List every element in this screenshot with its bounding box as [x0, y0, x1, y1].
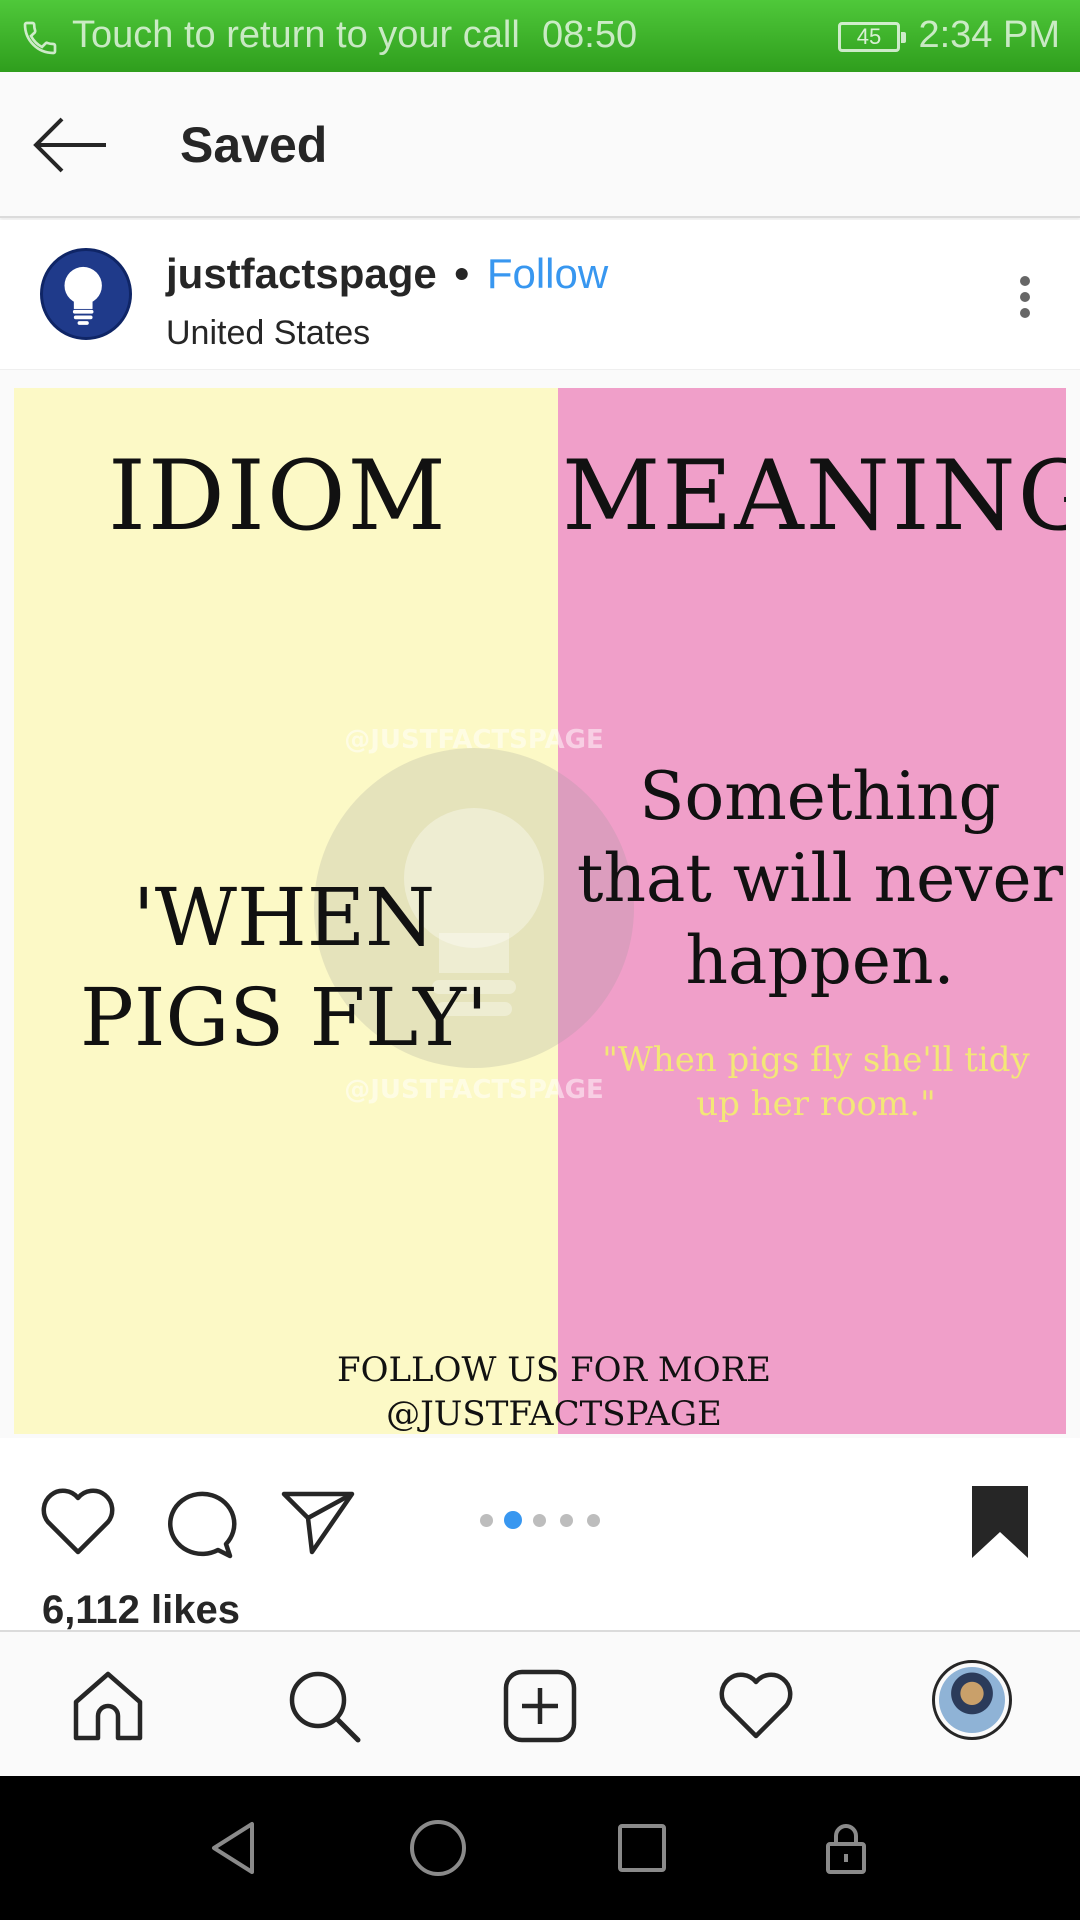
carousel-dot — [587, 1514, 600, 1527]
idiom-text: 'WHEN PIGS FLY' — [44, 868, 524, 1068]
follow-button[interactable]: Follow — [487, 250, 608, 297]
carousel-indicator — [480, 1510, 610, 1530]
more-vertical-icon[interactable] — [1010, 270, 1040, 330]
footer-line: FOLLOW US FOR MORE — [337, 1350, 771, 1390]
idiom-heading: IDIOM — [108, 440, 448, 552]
post-location[interactable]: United States — [166, 314, 370, 353]
comment-icon[interactable] — [160, 1482, 240, 1562]
meaning-line: that will never — [576, 840, 1064, 917]
share-paper-plane-icon[interactable] — [278, 1482, 358, 1562]
separator-dot: • — [454, 250, 470, 297]
footer-line: @JUSTFACTSPAGE — [386, 1394, 722, 1434]
lock-icon[interactable] — [814, 1816, 878, 1880]
search-icon[interactable] — [284, 1666, 364, 1746]
home-icon[interactable] — [68, 1666, 148, 1746]
phone-icon — [23, 21, 57, 55]
activity-heart-icon[interactable] — [716, 1666, 796, 1746]
example-line: "When pigs fly she'll tidy — [602, 1040, 1030, 1080]
profile-avatar[interactable] — [932, 1660, 1012, 1740]
post-header: justfactspage • Follow United States — [0, 220, 1080, 370]
heart-icon[interactable] — [38, 1482, 118, 1562]
bottom-tab-bar — [0, 1630, 1080, 1776]
page-title: Saved — [180, 117, 328, 173]
image-footer: FOLLOW US FOR MORE @JUSTFACTSPAGE — [274, 1348, 834, 1434]
idiom-line: PIGS FLY' — [80, 971, 488, 1064]
meaning-line: happen. — [685, 922, 955, 999]
battery-icon: 45 — [838, 22, 906, 52]
status-bar[interactable]: Touch to return to your call 08:50 45 2:… — [0, 0, 1080, 72]
system-nav-bar — [0, 1776, 1080, 1920]
username-row: justfactspage • Follow — [166, 250, 608, 298]
meaning-line: Something — [639, 758, 1001, 835]
recents-square-icon[interactable] — [610, 1816, 674, 1880]
username[interactable]: justfactspage — [166, 250, 437, 297]
carousel-dot-active — [504, 1511, 522, 1529]
account-avatar[interactable] — [40, 248, 132, 340]
back-triangle-icon[interactable] — [202, 1816, 266, 1880]
arrow-left-icon[interactable] — [30, 112, 110, 178]
meaning-text: Something that will never happen. — [570, 756, 1066, 1002]
carousel-dot — [533, 1514, 546, 1527]
lightbulb-icon — [64, 266, 102, 325]
home-circle-icon[interactable] — [406, 1816, 470, 1880]
new-post-icon[interactable] — [500, 1666, 580, 1746]
likes-row: 6,112 likes — [0, 1578, 1080, 1630]
carousel-dot — [480, 1514, 493, 1527]
post-actions — [0, 1438, 1080, 1578]
likes-count[interactable]: 6,112 likes — [42, 1588, 240, 1630]
example-sentence: "When pigs fly she'll tidy up her room." — [586, 1038, 1046, 1126]
app-header: Saved — [0, 72, 1080, 218]
meaning-heading: MEANING — [562, 440, 1066, 552]
bookmark-icon[interactable] — [962, 1482, 1042, 1562]
idiom-line: 'WHEN — [132, 871, 436, 964]
status-clock: 2:34 PM — [918, 14, 1060, 56]
carousel-dot — [560, 1514, 573, 1527]
profile-photo — [939, 1667, 1005, 1733]
watermark-text-top: @JUSTFACTSPAGE — [344, 725, 604, 755]
call-timer: 08:50 — [542, 14, 638, 56]
example-line: up her room." — [696, 1084, 936, 1124]
post-image[interactable]: @JUSTFACTSPAGE @JUSTFACTSPAGE IDIOM MEAN… — [14, 388, 1066, 1434]
watermark-text-bottom: @JUSTFACTSPAGE — [344, 1075, 604, 1105]
return-to-call-text[interactable]: Touch to return to your call — [72, 14, 520, 57]
